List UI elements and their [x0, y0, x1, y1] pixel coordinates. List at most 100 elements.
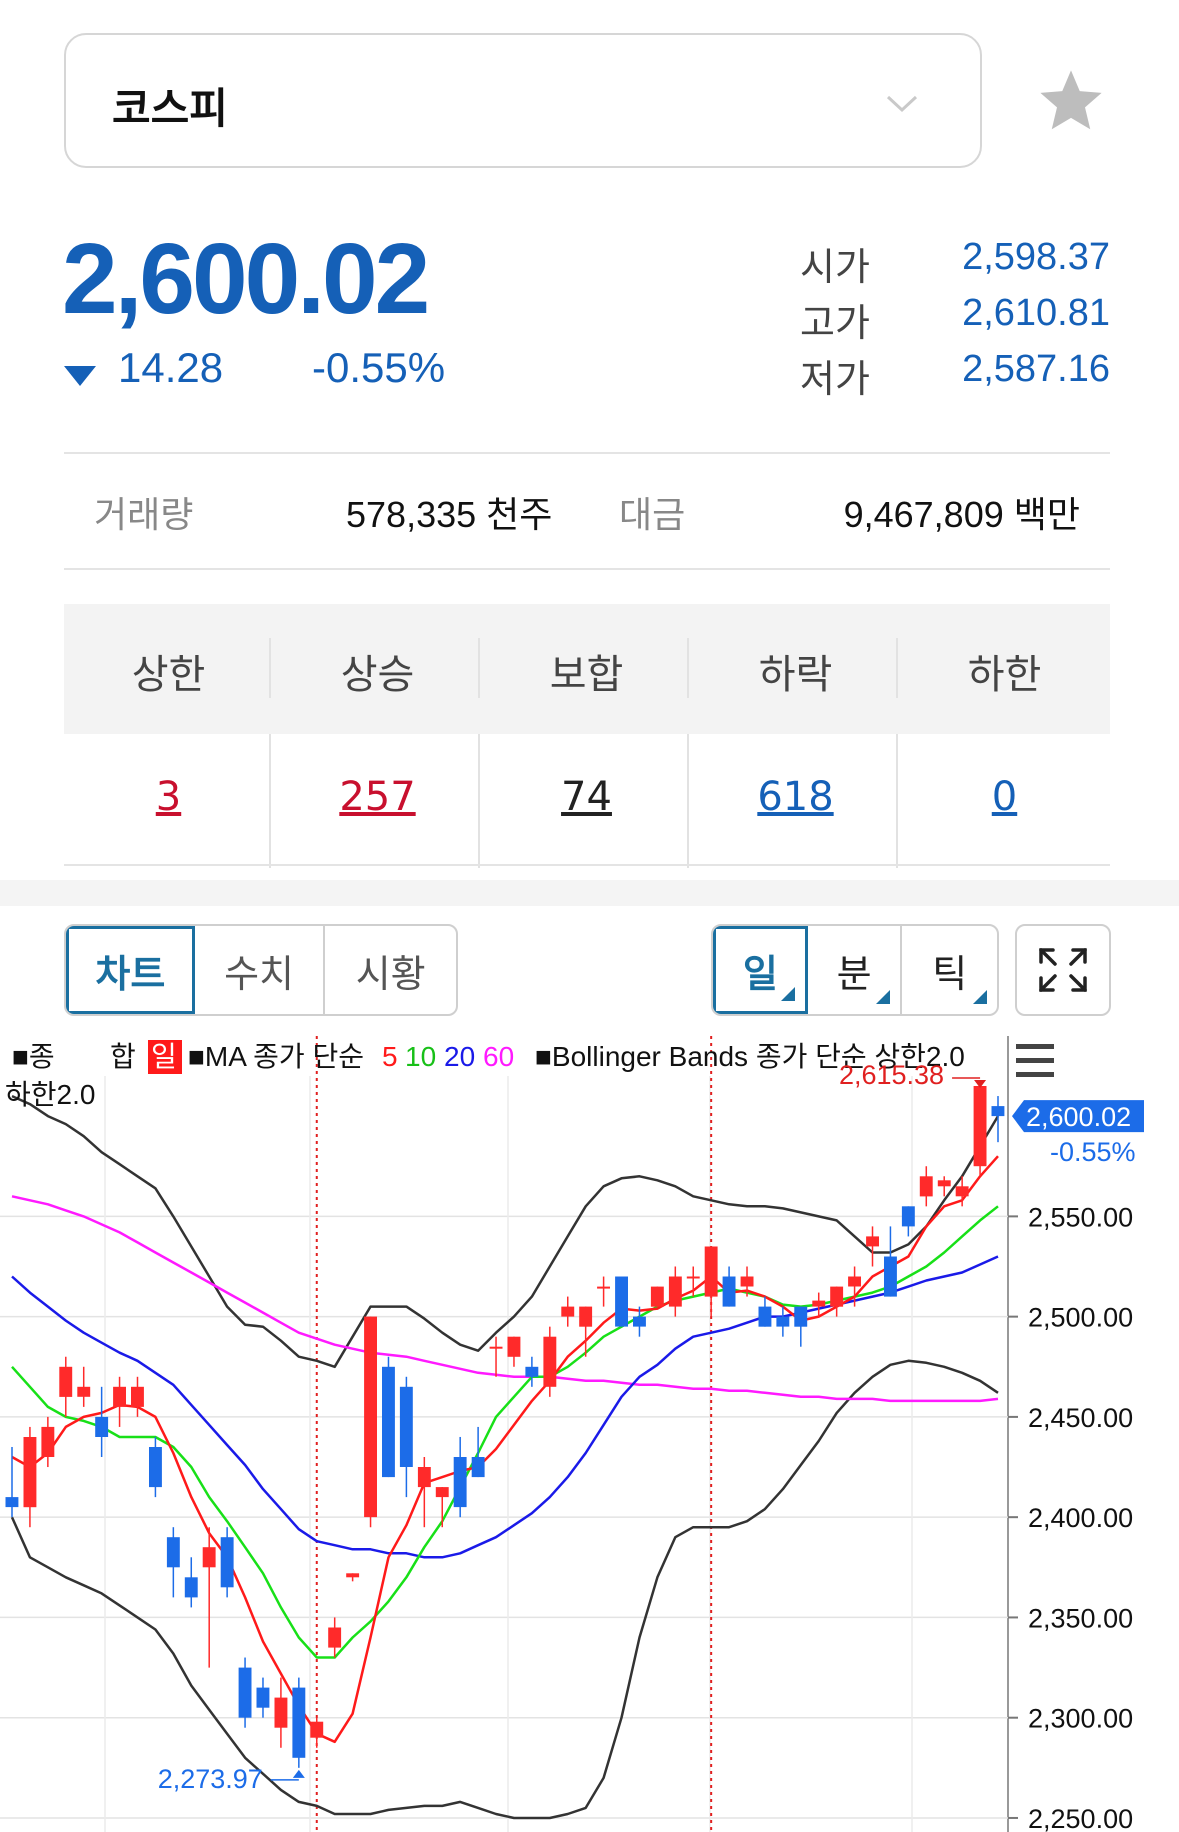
dropdown-corner-icon	[780, 987, 795, 1001]
tab-minute[interactable]: 분	[808, 926, 903, 1014]
candle-body	[704, 1246, 718, 1297]
y-tick-label: 2,500.00	[1028, 1303, 1133, 1333]
tab-tick[interactable]: 틱	[902, 926, 997, 1014]
tab-tick-label: 틱	[932, 951, 968, 996]
candle-body	[202, 1547, 216, 1568]
candle-body	[597, 1286, 610, 1289]
divider	[896, 638, 898, 698]
tab-daily-label: 일	[742, 951, 778, 996]
amount-label: 대금	[619, 494, 686, 535]
legend-ma-label: ■MA 종가 단순	[188, 1041, 364, 1072]
candle-body	[77, 1386, 91, 1397]
candle-body	[471, 1457, 485, 1478]
divider	[64, 452, 1110, 454]
candle-body	[292, 1687, 306, 1758]
breadth-lower-limit-count[interactable]: 0	[900, 774, 1109, 820]
current-price-tag-label: 2,600.02	[1026, 1102, 1131, 1132]
candle-body	[489, 1346, 503, 1349]
open-value: 2,598.37	[962, 236, 1110, 278]
y-tick-label: 2,450.00	[1028, 1403, 1133, 1433]
candle-body	[579, 1306, 593, 1327]
low-label: 저가	[800, 359, 870, 401]
candle-body	[561, 1306, 575, 1317]
volume-row: 거래량 578,335 천주 대금 9,467,809 백만	[64, 478, 1110, 538]
legend-day-label: 일	[151, 1041, 177, 1072]
candle-body	[435, 1487, 449, 1498]
candle-body	[866, 1236, 879, 1247]
breadth-rise-count[interactable]: 257	[273, 774, 482, 820]
tab-daily[interactable]: 일	[713, 926, 808, 1014]
section-gap	[0, 880, 1179, 906]
breadth-header-lower-limit: 하한	[967, 652, 1042, 698]
y-tick-label: 2,250.00	[1028, 1804, 1133, 1832]
breadth-flat-count[interactable]: 74	[482, 774, 691, 820]
candle-body	[794, 1306, 808, 1327]
candle-body	[453, 1457, 467, 1508]
legend-composite-label: 합	[110, 1041, 136, 1072]
candle-body	[650, 1286, 664, 1307]
price-change-percent: -0.55%	[312, 344, 446, 391]
candle-body	[633, 1316, 646, 1327]
high-value: 2,610.81	[962, 292, 1110, 334]
breadth-fall-count[interactable]: 618	[691, 774, 900, 820]
current-change-label: -0.55%	[1050, 1137, 1136, 1167]
candle-body	[256, 1687, 270, 1708]
volume-label: 거래량	[94, 494, 194, 535]
candle-body	[131, 1386, 144, 1407]
min-price-label: 2,273.97	[158, 1764, 263, 1794]
low-value: 2,587.16	[962, 348, 1110, 390]
candlestick-chart[interactable]: 2,550.00 2,500.00 2,450.00 2,400.00 2,350.00…	[0, 1036, 1179, 1832]
divider	[478, 638, 480, 698]
chart-menu-icon[interactable]	[1016, 1044, 1054, 1077]
candle-body	[220, 1537, 234, 1588]
index-selector[interactable]: 코스피	[64, 33, 982, 168]
candle-body	[884, 1256, 897, 1297]
candle-body	[346, 1573, 360, 1578]
legend-ma20: 20	[444, 1041, 475, 1072]
candle-body	[399, 1386, 413, 1467]
y-tick-label: 2,400.00	[1028, 1503, 1133, 1533]
candle-body	[5, 1497, 19, 1508]
down-arrow-icon	[64, 366, 96, 386]
expand-icon	[1039, 948, 1087, 992]
candle-body	[848, 1276, 861, 1287]
breadth-upper-limit-count[interactable]: 3	[64, 774, 273, 820]
dropdown-corner-icon	[876, 990, 891, 1004]
divider	[64, 568, 1110, 570]
fullscreen-button[interactable]	[1015, 924, 1111, 1016]
candle-body	[615, 1276, 628, 1327]
period-tab-group: 일 분 틱	[711, 924, 999, 1016]
volume-value: 578,335 천주	[346, 494, 553, 535]
high-label: 고가	[800, 303, 870, 345]
favorite-star-icon[interactable]	[1036, 66, 1106, 136]
view-tab-group: 차트 수치 시황	[64, 924, 458, 1016]
candle-body	[166, 1537, 180, 1568]
price-change: 14.28	[118, 344, 224, 391]
breadth-header-fall: 하락	[758, 652, 833, 698]
divider	[269, 638, 271, 698]
candle-body	[686, 1276, 700, 1279]
candle-body	[382, 1366, 395, 1478]
breadth-header-upper-limit: 상한	[131, 652, 206, 698]
legend-close-label: ■종	[12, 1041, 55, 1072]
candle-body	[41, 1426, 55, 1457]
candle-body	[310, 1721, 324, 1738]
candle-body	[113, 1386, 126, 1407]
candle-body	[543, 1336, 557, 1387]
candle-body	[184, 1577, 198, 1598]
candle-body	[149, 1447, 162, 1488]
candle-body	[507, 1336, 521, 1357]
tab-market-report[interactable]: 시황	[325, 926, 456, 1014]
legend-ma10: 10	[405, 1041, 436, 1072]
candle-body	[59, 1366, 73, 1397]
y-tick-label: 2,550.00	[1028, 1202, 1133, 1232]
chevron-down-icon	[886, 95, 918, 113]
candle-body	[364, 1316, 377, 1518]
candle-body	[668, 1276, 682, 1307]
breadth-header-flat: 보합	[549, 652, 624, 698]
tab-figures[interactable]: 수치	[195, 926, 326, 1014]
breadth-header-rise: 상승	[340, 652, 415, 698]
candle-body	[919, 1176, 933, 1197]
tab-chart[interactable]: 차트	[66, 926, 195, 1014]
candle-body	[937, 1180, 951, 1187]
